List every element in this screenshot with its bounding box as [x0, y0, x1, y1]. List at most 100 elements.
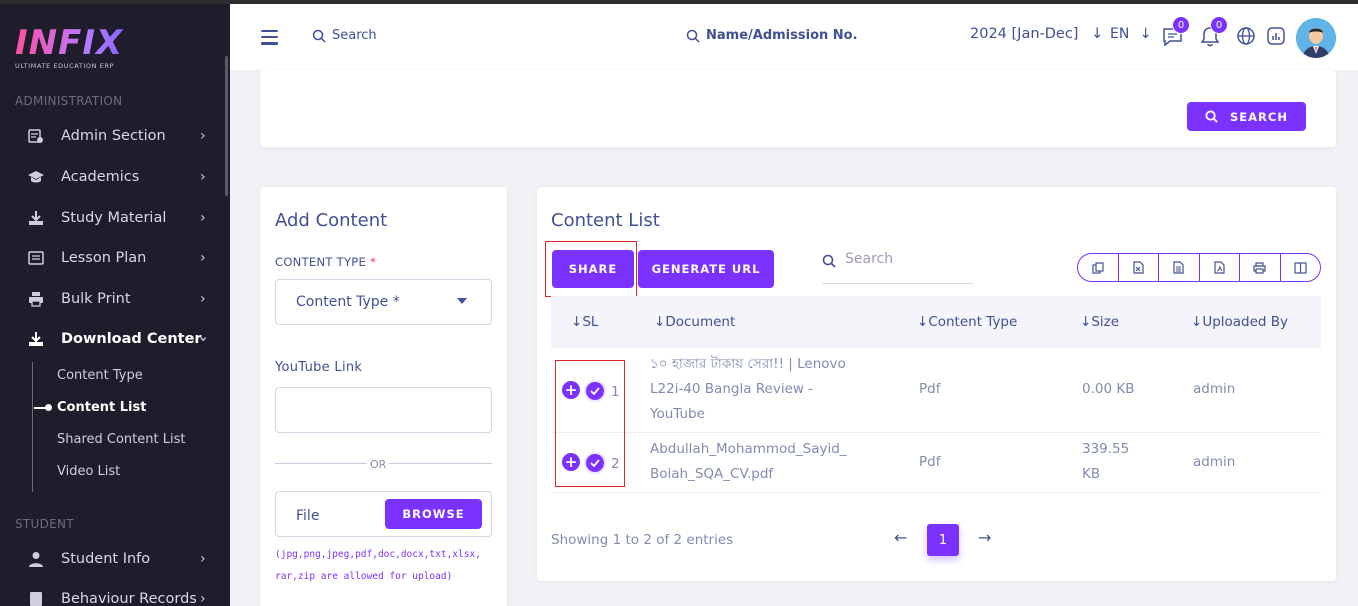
highlight-select-box: [555, 360, 625, 487]
row-content-type: Pdf: [919, 381, 941, 397]
sidebar-item-study-material[interactable]: Study Material ›: [0, 199, 225, 237]
academic-year-select[interactable]: 2024 [Jan-Dec] ↓: [970, 26, 1103, 42]
section-administration: ADMINISTRATION: [15, 94, 123, 108]
table-header: ↓SL ↓Document ↓Content Type ↓Size ↓Uploa…: [551, 296, 1321, 348]
chevron-right-icon: ›: [200, 591, 206, 606]
active-indicator: [34, 404, 52, 411]
sidebar-item-lesson-plan[interactable]: Lesson Plan ›: [0, 239, 225, 277]
sidebar-item-admin-section[interactable]: Admin Section ›: [0, 117, 225, 155]
stats-button[interactable]: [1266, 26, 1288, 48]
youtube-link-input[interactable]: [275, 387, 492, 433]
logo-tagline: ULTIMATE EDUCATION ERP: [15, 62, 115, 70]
header-search-label: Search: [332, 28, 377, 43]
csv-button[interactable]: [1159, 254, 1200, 281]
row-uploaded-by: admin: [1193, 454, 1236, 470]
columns-button[interactable]: [1281, 254, 1321, 281]
filter-panel: SEARCH: [260, 70, 1336, 147]
language-select[interactable]: EN ↓: [1110, 26, 1152, 42]
excel-button[interactable]: [1119, 254, 1159, 281]
column-uploaded-by[interactable]: ↓Uploaded By: [1191, 314, 1288, 330]
excel-icon: [1133, 261, 1144, 274]
required-mark: *: [370, 255, 377, 269]
doc-line: Abdullah_Mohammod_Sayid_: [650, 441, 847, 457]
file-text-icon: [1173, 261, 1184, 274]
sidebar-item-behaviour-records[interactable]: Behaviour Records ›: [0, 580, 225, 606]
submenu-shared-content-list[interactable]: Shared Content List: [57, 432, 185, 447]
add-content-title: Add Content: [275, 210, 388, 231]
chevron-down-icon: ›: [194, 336, 211, 342]
notification-badge: 0: [1210, 16, 1228, 34]
lesson-plan-icon: [27, 249, 45, 267]
sidebar-item-student-info[interactable]: Student Info ›: [0, 540, 225, 578]
sidebar-item-academics[interactable]: Academics ›: [0, 158, 225, 196]
sidebar-item-label: Admin Section: [61, 128, 166, 144]
next-page-button[interactable]: →: [978, 528, 991, 547]
generate-url-button[interactable]: GENERATE URL: [638, 250, 774, 288]
top-header: Search Name/Admission No. 2024 [Jan-Dec]…: [230, 4, 1358, 70]
column-label: Size: [1091, 314, 1120, 330]
notification-button[interactable]: 0: [1200, 16, 1228, 48]
column-document[interactable]: ↓Document: [654, 314, 735, 330]
youtube-link-label: YouTube Link: [275, 360, 363, 375]
sort-icon: ↓: [571, 314, 583, 330]
column-size[interactable]: ↓Size: [1080, 314, 1119, 330]
row-uploaded-by: admin: [1193, 381, 1236, 397]
add-content-panel: Add Content CONTENT TYPE * Content Type …: [260, 187, 507, 606]
generate-url-label: GENERATE URL: [651, 262, 761, 276]
academic-year-value: 2024 [Jan-Dec]: [970, 26, 1079, 42]
download-icon: [27, 209, 45, 227]
column-label: Uploaded By: [1202, 314, 1289, 330]
browse-button[interactable]: BROWSE: [385, 499, 482, 529]
column-label: SL: [582, 314, 599, 330]
search-icon: [822, 254, 836, 268]
row-content-type: Pdf: [919, 454, 941, 470]
allowed-types-line: (jpg,png,jpeg,pdf,doc,docx,txt,xlsx,: [275, 549, 481, 560]
sidebar-item-download-center[interactable]: Download Center ›: [0, 320, 225, 358]
search-icon: [686, 29, 700, 43]
printer-icon: [27, 290, 45, 308]
columns-icon: [1294, 261, 1307, 274]
sidebar-item-label: Lesson Plan: [61, 250, 147, 266]
entries-info: Showing 1 to 2 of 2 entries: [551, 532, 734, 548]
submenu-video-list[interactable]: Video List: [57, 464, 120, 479]
sort-icon: ↓: [917, 314, 929, 330]
chevron-right-icon: ›: [200, 128, 206, 144]
table-search-input[interactable]: Search: [822, 250, 973, 284]
file-upload-field[interactable]: File BROWSE: [275, 491, 492, 537]
sort-icon: ↓: [1191, 314, 1203, 330]
copy-icon: [1092, 261, 1104, 274]
column-content-type[interactable]: ↓Content Type: [917, 314, 1017, 330]
print-button[interactable]: [1240, 254, 1281, 281]
content-type-label: CONTENT TYPE *: [275, 255, 376, 269]
export-toolbar: [1077, 253, 1321, 282]
prev-page-button[interactable]: ←: [894, 528, 907, 547]
menu-toggle-icon[interactable]: [261, 30, 278, 45]
copy-button[interactable]: [1078, 254, 1119, 281]
sidebar-scrollbar[interactable]: [225, 56, 228, 196]
chat-button[interactable]: 0: [1162, 16, 1190, 48]
printer-icon: [1253, 261, 1266, 274]
globe-button[interactable]: [1236, 26, 1258, 48]
header-search[interactable]: Search: [312, 28, 377, 43]
search-button[interactable]: SEARCH: [1187, 102, 1306, 131]
user-avatar[interactable]: [1296, 18, 1336, 58]
column-sl[interactable]: ↓SL: [571, 314, 598, 330]
sidebar-item-label: Bulk Print: [61, 291, 131, 307]
page-button-1[interactable]: 1: [927, 524, 959, 556]
submenu-content-type[interactable]: Content Type: [57, 368, 143, 383]
sidebar-item-label: Study Material: [61, 210, 167, 226]
user-icon: [27, 550, 45, 568]
sidebar-item-label: Download Center: [61, 331, 202, 347]
language-value: EN: [1110, 26, 1130, 42]
chart-icon: [1267, 27, 1285, 45]
content-type-select[interactable]: Content Type *: [275, 279, 492, 325]
logo-text: INFIX: [15, 24, 135, 62]
name-admission-search[interactable]: Name/Admission No.: [686, 28, 858, 43]
sidebar: INFIX ULTIMATE EDUCATION ERP ADMINISTRAT…: [0, 4, 230, 606]
submenu-content-list[interactable]: Content List: [57, 400, 146, 415]
sidebar-item-label: Student Info: [61, 551, 151, 567]
sidebar-item-bulk-print[interactable]: Bulk Print ›: [0, 280, 225, 318]
logo[interactable]: INFIX ULTIMATE EDUCATION ERP: [15, 24, 135, 74]
pdf-button[interactable]: [1200, 254, 1240, 281]
content-type-placeholder: Content Type *: [296, 294, 400, 310]
